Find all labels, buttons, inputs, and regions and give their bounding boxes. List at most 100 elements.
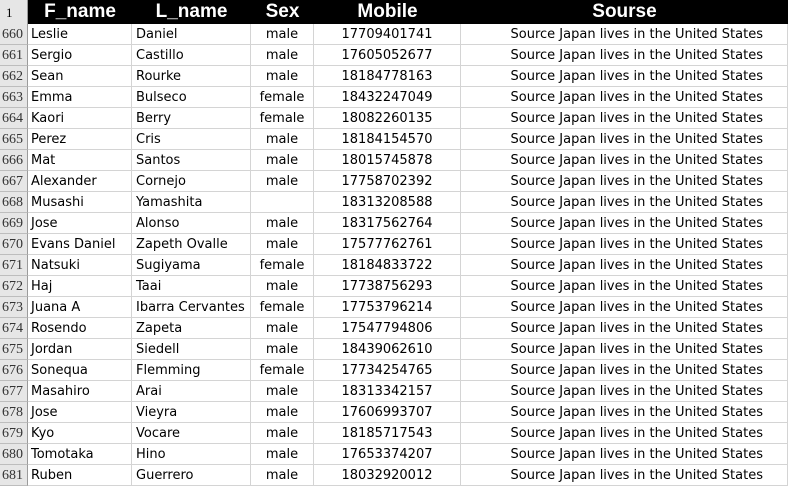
sex-cell[interactable]: male bbox=[251, 339, 314, 360]
l-name-cell[interactable]: Bulseco bbox=[132, 87, 251, 108]
mobile-cell[interactable]: 17577762761 bbox=[314, 234, 461, 255]
sex-cell[interactable]: female bbox=[251, 108, 314, 129]
sourse-cell[interactable]: Source Japan lives in the United States bbox=[461, 108, 788, 129]
f-name-cell[interactable]: Ruben bbox=[28, 465, 132, 486]
mobile-cell[interactable]: 17758702392 bbox=[314, 171, 461, 192]
sourse-cell[interactable]: Source Japan lives in the United States bbox=[461, 276, 788, 297]
row-number-cell[interactable]: 677 bbox=[0, 381, 28, 402]
mobile-cell[interactable]: 18015745878 bbox=[314, 150, 461, 171]
f-name-cell[interactable]: Natsuki bbox=[28, 255, 132, 276]
row-number-cell[interactable]: 670 bbox=[0, 234, 28, 255]
mobile-cell[interactable]: 17653374207 bbox=[314, 444, 461, 465]
l-name-cell[interactable]: Hino bbox=[132, 444, 251, 465]
f-name-cell[interactable]: Juana A bbox=[28, 297, 132, 318]
sourse-cell[interactable]: Source Japan lives in the United States bbox=[461, 444, 788, 465]
sex-cell[interactable]: male bbox=[251, 150, 314, 171]
l-name-cell[interactable]: Siedell bbox=[132, 339, 251, 360]
l-name-cell[interactable]: Yamashita bbox=[132, 192, 251, 213]
sex-cell[interactable]: male bbox=[251, 234, 314, 255]
sex-cell[interactable]: male bbox=[251, 423, 314, 444]
mobile-cell[interactable]: 18184833722 bbox=[314, 255, 461, 276]
l-name-cell[interactable]: Taai bbox=[132, 276, 251, 297]
f-name-cell[interactable]: Tomotaka bbox=[28, 444, 132, 465]
row-number-header[interactable]: 1 bbox=[0, 0, 28, 24]
sourse-cell[interactable]: Source Japan lives in the United States bbox=[461, 318, 788, 339]
sex-cell[interactable]: female bbox=[251, 255, 314, 276]
l-name-cell[interactable]: Guerrero bbox=[132, 465, 251, 486]
row-number-cell[interactable]: 680 bbox=[0, 444, 28, 465]
sex-cell[interactable]: male bbox=[251, 381, 314, 402]
l-name-cell[interactable]: Arai bbox=[132, 381, 251, 402]
sex-cell[interactable]: male bbox=[251, 465, 314, 486]
row-number-cell[interactable]: 672 bbox=[0, 276, 28, 297]
sex-cell[interactable]: male bbox=[251, 129, 314, 150]
sourse-cell[interactable]: Source Japan lives in the United States bbox=[461, 192, 788, 213]
sex-cell[interactable]: male bbox=[251, 276, 314, 297]
mobile-cell[interactable]: 17547794806 bbox=[314, 318, 461, 339]
l-name-cell[interactable]: Alonso bbox=[132, 213, 251, 234]
mobile-cell[interactable]: 17709401741 bbox=[314, 24, 461, 45]
sourse-cell[interactable]: Source Japan lives in the United States bbox=[461, 360, 788, 381]
mobile-cell[interactable]: 18432247049 bbox=[314, 87, 461, 108]
f-name-cell[interactable]: Perez bbox=[28, 129, 132, 150]
row-number-cell[interactable]: 681 bbox=[0, 465, 28, 486]
mobile-cell[interactable]: 18439062610 bbox=[314, 339, 461, 360]
f-name-cell[interactable]: Jordan bbox=[28, 339, 132, 360]
mobile-cell[interactable]: 18184154570 bbox=[314, 129, 461, 150]
sourse-cell[interactable]: Source Japan lives in the United States bbox=[461, 87, 788, 108]
mobile-cell[interactable]: 18032920012 bbox=[314, 465, 461, 486]
mobile-cell[interactable]: 18313342157 bbox=[314, 381, 461, 402]
row-number-cell[interactable]: 676 bbox=[0, 360, 28, 381]
mobile-cell[interactable]: 17606993707 bbox=[314, 402, 461, 423]
mobile-cell[interactable]: 17734254765 bbox=[314, 360, 461, 381]
f-name-cell[interactable]: Evans Daniel bbox=[28, 234, 132, 255]
f-name-cell[interactable]: Sean bbox=[28, 66, 132, 87]
sourse-cell[interactable]: Source Japan lives in the United States bbox=[461, 129, 788, 150]
row-number-cell[interactable]: 664 bbox=[0, 108, 28, 129]
f-name-cell[interactable]: Kaori bbox=[28, 108, 132, 129]
mobile-cell[interactable]: 18317562764 bbox=[314, 213, 461, 234]
mobile-cell[interactable]: 18184778163 bbox=[314, 66, 461, 87]
sex-cell[interactable]: female bbox=[251, 297, 314, 318]
mobile-cell[interactable]: 18185717543 bbox=[314, 423, 461, 444]
f-name-cell[interactable]: Musashi bbox=[28, 192, 132, 213]
row-number-cell[interactable]: 660 bbox=[0, 24, 28, 45]
f-name-cell[interactable]: Mat bbox=[28, 150, 132, 171]
row-number-cell[interactable]: 662 bbox=[0, 66, 28, 87]
l-name-cell[interactable]: Cornejo bbox=[132, 171, 251, 192]
mobile-cell[interactable]: 17738756293 bbox=[314, 276, 461, 297]
l-name-cell[interactable]: Zapeta bbox=[132, 318, 251, 339]
sourse-cell[interactable]: Source Japan lives in the United States bbox=[461, 234, 788, 255]
sourse-cell[interactable]: Source Japan lives in the United States bbox=[461, 150, 788, 171]
f-name-cell[interactable]: Emma bbox=[28, 87, 132, 108]
column-header-sourse[interactable]: Sourse bbox=[461, 0, 788, 24]
column-header-sex[interactable]: Sex bbox=[251, 0, 314, 24]
l-name-cell[interactable]: Ibarra Cervantes bbox=[132, 297, 251, 318]
l-name-cell[interactable]: Berry bbox=[132, 108, 251, 129]
row-number-cell[interactable]: 674 bbox=[0, 318, 28, 339]
sex-cell[interactable]: female bbox=[251, 87, 314, 108]
row-number-cell[interactable]: 666 bbox=[0, 150, 28, 171]
l-name-cell[interactable]: Cris bbox=[132, 129, 251, 150]
row-number-cell[interactable]: 675 bbox=[0, 339, 28, 360]
sourse-cell[interactable]: Source Japan lives in the United States bbox=[461, 66, 788, 87]
sex-cell[interactable]: male bbox=[251, 444, 314, 465]
sourse-cell[interactable]: Source Japan lives in the United States bbox=[461, 255, 788, 276]
row-number-cell[interactable]: 678 bbox=[0, 402, 28, 423]
f-name-cell[interactable]: Sonequa bbox=[28, 360, 132, 381]
column-header-mobile[interactable]: Mobile bbox=[314, 0, 461, 24]
f-name-cell[interactable]: Sergio bbox=[28, 45, 132, 66]
l-name-cell[interactable]: Rourke bbox=[132, 66, 251, 87]
f-name-cell[interactable]: Jose bbox=[28, 213, 132, 234]
sex-cell[interactable]: male bbox=[251, 213, 314, 234]
sourse-cell[interactable]: Source Japan lives in the United States bbox=[461, 45, 788, 66]
sourse-cell[interactable]: Source Japan lives in the United States bbox=[461, 24, 788, 45]
sex-cell[interactable]: male bbox=[251, 402, 314, 423]
l-name-cell[interactable]: Flemming bbox=[132, 360, 251, 381]
sex-cell[interactable]: male bbox=[251, 66, 314, 87]
sourse-cell[interactable]: Source Japan lives in the United States bbox=[461, 213, 788, 234]
f-name-cell[interactable]: Kyo bbox=[28, 423, 132, 444]
row-number-cell[interactable]: 673 bbox=[0, 297, 28, 318]
sourse-cell[interactable]: Source Japan lives in the United States bbox=[461, 423, 788, 444]
row-number-cell[interactable]: 669 bbox=[0, 213, 28, 234]
